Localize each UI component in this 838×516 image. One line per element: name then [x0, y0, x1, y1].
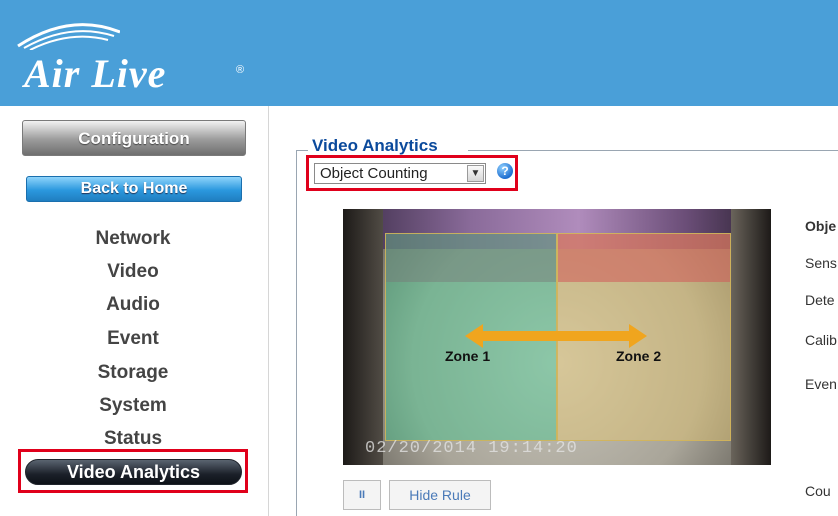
airlive-logo[interactable]: Air Live ®: [10, 14, 250, 106]
video-timestamp: 02/20/2014 19:14:20: [365, 439, 578, 458]
analytics-mode-select[interactable]: Object Counting ▼: [314, 163, 486, 184]
sidebar-item-storage[interactable]: Storage: [0, 358, 266, 388]
sidebar-item-video-analytics[interactable]: Video Analytics: [25, 459, 242, 485]
header-bar: Air Live ®: [0, 0, 838, 106]
chevron-down-icon[interactable]: ▼: [467, 165, 484, 182]
sidebar: Configuration Back to Home Network Video…: [0, 106, 270, 516]
question-icon[interactable]: ?: [497, 163, 513, 179]
hide-rule-button[interactable]: Hide Rule: [389, 480, 491, 510]
property-label-event: Even: [805, 376, 837, 392]
sidebar-item-audio[interactable]: Audio: [0, 290, 266, 320]
property-label-count: Cou: [805, 483, 831, 499]
video-preview[interactable]: Zone 1 Zone 2 02/20/2014 19:14:20: [343, 209, 771, 465]
property-label-object: Obje: [805, 218, 837, 234]
signal-arc-icon: [17, 23, 120, 50]
sidebar-divider: [268, 106, 269, 516]
sidebar-item-video[interactable]: Video: [0, 257, 266, 287]
sidebar-item-event[interactable]: Event: [0, 324, 266, 354]
configuration-button[interactable]: Configuration: [22, 120, 246, 156]
double-arrow-icon: [465, 324, 647, 348]
sidebar-item-network[interactable]: Network: [0, 224, 266, 254]
back-to-home-button[interactable]: Back to Home: [26, 176, 242, 202]
property-label-calibration: Calib: [805, 332, 837, 348]
zone-2-label: Zone 2: [616, 348, 662, 364]
sidebar-item-system[interactable]: System: [0, 391, 266, 421]
logo-text: Air Live: [24, 51, 167, 96]
analytics-mode-value: Object Counting: [320, 165, 428, 182]
pause-button[interactable]: II: [343, 480, 381, 510]
section-title: Video Analytics: [312, 136, 438, 155]
property-label-detection: Dete: [805, 292, 835, 308]
registered-mark: ®: [236, 64, 245, 76]
property-label-sensitivity: Sens: [805, 255, 837, 271]
zone-1-label: Zone 1: [445, 348, 491, 364]
